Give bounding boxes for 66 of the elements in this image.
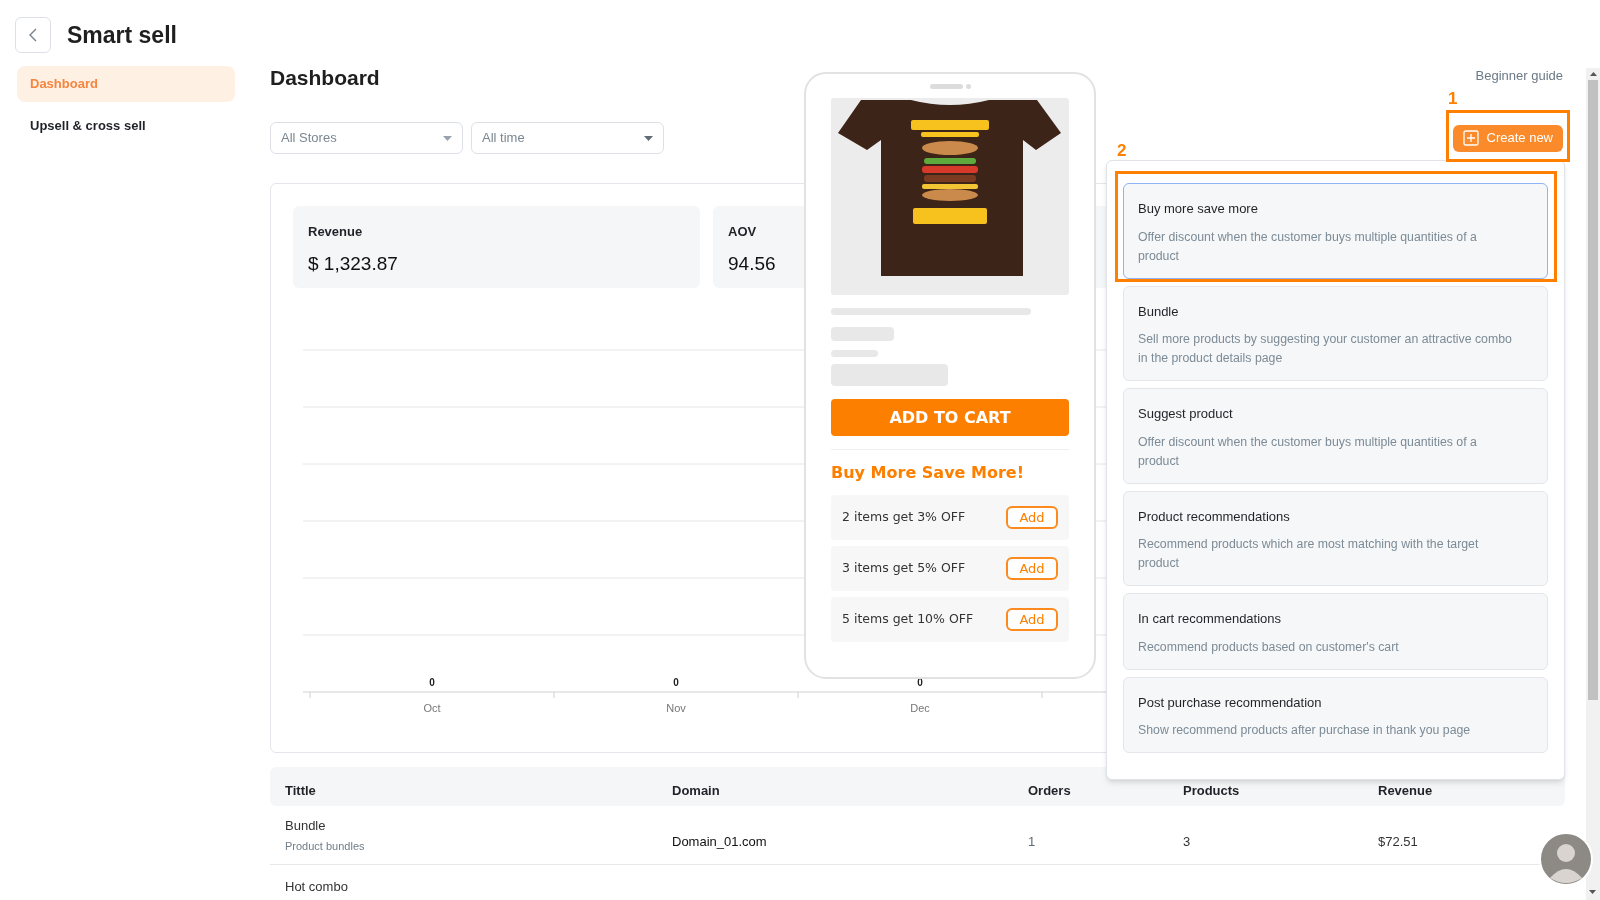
axis-label: Dec — [910, 702, 930, 714]
stat-label: AOV — [728, 223, 757, 241]
column-header: Revenue — [1378, 781, 1433, 800]
table-cell-text: Domain_01.com — [672, 833, 767, 852]
menu-option[interactable]: In cart recommendations Recommend products based on customer's cart — [1123, 593, 1548, 670]
axis-label: Oct — [423, 702, 441, 714]
table-cell-text: $72.51 — [1378, 833, 1418, 852]
plus-square-icon — [1462, 130, 1479, 146]
scroll-up-icon[interactable] — [1589, 72, 1597, 76]
avatar[interactable] — [1539, 832, 1593, 886]
app-title: Smart sell — [67, 20, 177, 50]
tier-label: 2 items get 3% OFF — [842, 508, 966, 527]
scrollbar-thumb[interactable] — [1588, 80, 1598, 700]
stat-value: $ 1,323.87 — [308, 251, 398, 276]
option-description: Recommend products based on customer's cart — [1138, 638, 1400, 656]
option-title: Post purchase recommendation — [1138, 693, 1323, 712]
beginner-guide-link[interactable]: Beginner guide — [1475, 66, 1565, 86]
tier-label: 3 items get 5% OFF — [842, 559, 966, 578]
tier-label: 5 items get 10% OFF — [842, 610, 974, 629]
scroll-down-icon[interactable] — [1589, 890, 1596, 894]
option-description: Sell more products by suggesting your customer an attractive combo in the product details page — [1138, 331, 1513, 367]
stat-label: Revenue — [308, 223, 363, 241]
column-header: Domain — [672, 781, 720, 800]
option-title: Buy more save more — [1138, 200, 1259, 218]
option-title: Bundle — [1138, 302, 1180, 321]
menu-option[interactable]: Suggest product Offer discount when the customer buys multiple quantities of a product — [1123, 388, 1548, 484]
add-button[interactable]: Add — [1006, 608, 1058, 631]
column-header: Orders — [1028, 781, 1071, 800]
caret-down-icon — [644, 135, 653, 141]
select-field[interactable]: All time — [471, 122, 664, 154]
back-button[interactable] — [15, 17, 51, 53]
add-button[interactable]: Add — [1006, 506, 1058, 529]
option-description: Recommend products which are most matching with the target product — [1138, 536, 1480, 572]
option-description: Show recommend products after purchase in thank you page — [1138, 722, 1472, 739]
stat-value: 94.56 — [728, 251, 776, 276]
menu-option[interactable]: Post purchase recommendation Show recommend products after purchase in thank you page — [1123, 676, 1548, 753]
option-description: Offer discount when the customer buys multiple quantities of a product — [1138, 228, 1478, 265]
row-subtitle: Product bundles — [285, 838, 366, 854]
table-cell-text: 1 — [1028, 833, 1036, 852]
option-title: Product recommendations — [1138, 507, 1291, 526]
select-field[interactable]: All Stores — [270, 122, 463, 154]
row-title: Bundle — [285, 817, 327, 835]
add-button[interactable]: Add — [1006, 557, 1058, 580]
add-to-cart-button[interactable]: ADD TO CART — [831, 399, 1069, 436]
option-description: Offer discount when the customer buys multiple quantities of a product — [1138, 433, 1478, 470]
axis-label: Nov — [666, 702, 686, 714]
data-label: 0 — [673, 677, 679, 688]
menu-option[interactable]: Buy more save more Offer discount when the customer buys multiple quantities of a product — [1123, 183, 1548, 279]
table-cell-text: 3 — [1183, 833, 1191, 852]
page-title: Dashboard — [270, 65, 380, 92]
chevron-left-icon — [29, 28, 37, 42]
menu-option[interactable]: Bundle Sell more products by suggesting your customer an attractive combo in the product details page — [1123, 285, 1548, 381]
caret-down-icon — [443, 135, 452, 141]
annotation-number: 2 — [1117, 140, 1127, 162]
create-new-button[interactable]: Create new — [1452, 124, 1563, 152]
row-title: Hot combo — [285, 877, 349, 896]
column-header: Tittle — [285, 781, 316, 800]
sidebar-item[interactable]: Upsell & cross sell — [17, 108, 235, 144]
option-title: Suggest product — [1138, 405, 1234, 423]
data-label: 0 — [429, 677, 435, 688]
phone-speaker-icon — [930, 84, 972, 89]
option-title: In cart recommendations — [1138, 610, 1283, 628]
annotation-number: 1 — [1448, 88, 1458, 110]
menu-option[interactable]: Product recommendations Recommend products which are most matching with the target product — [1123, 490, 1548, 586]
column-header: Products — [1183, 781, 1240, 800]
offer-title: Buy More Save More! — [831, 462, 1025, 484]
